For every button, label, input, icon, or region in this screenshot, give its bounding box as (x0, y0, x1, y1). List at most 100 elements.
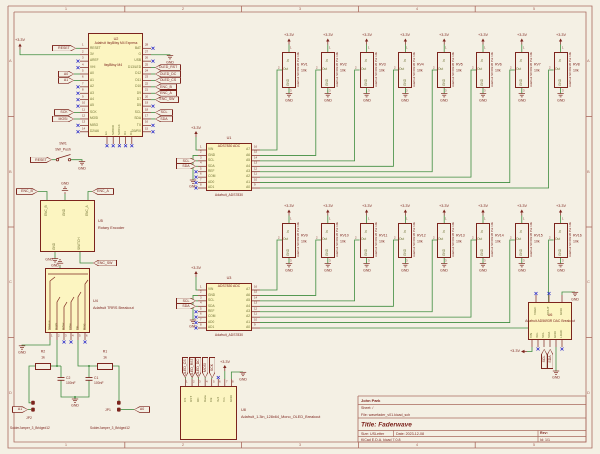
pin-number: 2 (82, 51, 84, 54)
net-label[interactable]: SCK (209, 357, 215, 378)
resistor-r1[interactable] (97, 363, 113, 369)
pin-number: 4 (200, 302, 202, 305)
net-label[interactable]: SCL (155, 109, 173, 115)
net-label-scl-text: SCL (542, 354, 545, 364)
net-label[interactable]: OLED_CS (182, 357, 188, 378)
pot-ref: RV12 (417, 234, 426, 238)
mcu-pin-name: A1 (90, 79, 94, 82)
net-label[interactable]: OLED_CS (155, 77, 181, 83)
r1-ref: R1 (102, 350, 106, 354)
net-label-a1-text: A1 (16, 408, 24, 411)
net-label-sda-text: SDA (181, 305, 191, 308)
net-label-reset[interactable]: RESET (30, 157, 52, 163)
pin-number: 1 (523, 218, 525, 221)
pot-pin-in: In (365, 59, 368, 62)
pot-footprint: Adafruit SC6031B Pot 10k (452, 52, 455, 87)
net-label[interactable]: SDA (155, 116, 173, 122)
oled-pin-name: Data (204, 395, 207, 402)
adc-pin-name: A3 (246, 170, 250, 173)
pot-pin-in: In (520, 59, 523, 62)
net-label[interactable]: MOSI (202, 357, 208, 378)
oled-pin-name: Vin (223, 398, 226, 402)
net-label-enc-a[interactable]: ENC_A (92, 188, 114, 194)
pin-number: 8 (200, 184, 202, 187)
oled-symbol[interactable] (180, 386, 237, 440)
oled-pin-name: RST (190, 396, 193, 402)
trrs-pin-name: Ring (83, 324, 86, 330)
pot-value: 10k (417, 240, 423, 244)
net-label-enc-sw[interactable]: ENC_SW (93, 260, 117, 266)
trrs-pin-name: RiSw (62, 323, 65, 330)
pot-value: 10k (534, 240, 540, 244)
adc-pin-name: SDA (208, 165, 215, 168)
r1-value: 1k (103, 356, 107, 360)
pot-value: 10k (340, 240, 346, 244)
net-label[interactable]: OLED_DC (155, 71, 181, 77)
pin-number: 2 (510, 237, 512, 240)
pot-footprint: Adafruit SC6031B Pot 10k (491, 52, 494, 87)
net-label-scl[interactable]: SCL (541, 349, 547, 369)
pin-number: 2 (355, 237, 357, 240)
pot-pin-out: Out (516, 68, 521, 71)
net-label-reset[interactable]: RESET (52, 45, 76, 51)
zone-col-label: 5 (532, 443, 534, 447)
encoder-pin-name: GND (63, 209, 66, 216)
power-3v3-label: +3.3V (284, 33, 294, 37)
net-label[interactable]: OLED_RST (155, 64, 181, 70)
pot-pin-in: In (481, 230, 484, 233)
adc-pin-name: A1 (246, 181, 250, 184)
zone-col-label: 3 (299, 7, 301, 11)
net-label-a1[interactable]: A1 (12, 406, 28, 412)
power-3v3-label: +3.3V (323, 204, 333, 208)
pot-value: 10k (456, 69, 462, 73)
resistor-r2[interactable] (35, 363, 51, 369)
adc-ref: U1 (227, 136, 232, 140)
schematic-canvas[interactable]: 1122334455AABBCCDDU2Adafruit ItsyBitsy M… (0, 0, 600, 454)
pin-number: 1 (484, 47, 486, 50)
gnd-label: GND (518, 269, 526, 273)
pin-number: 3 (65, 335, 67, 338)
gnd-label: GND (51, 264, 59, 268)
net-label[interactable]: OLED_DC (195, 357, 201, 378)
trrs-pin-name: Tip (76, 326, 79, 330)
net-label-text: OLED_DC (162, 72, 175, 75)
mcu-pin-name: A5 (90, 104, 94, 107)
power-3v3-label: +3.3V (439, 204, 449, 208)
power-3v3-label: +3.3V (284, 204, 294, 208)
net-label-sck[interactable]: SCK (54, 109, 74, 115)
zone-row-label: B (587, 170, 590, 174)
net-label-sda[interactable]: SDA (176, 303, 196, 309)
pin-number: 6 (219, 381, 221, 384)
pin-number: 7 (82, 83, 84, 86)
pot-pin-out: Out (438, 68, 443, 71)
net-label-sda[interactable]: SDA (176, 163, 196, 169)
pot-value: 10k (340, 69, 346, 73)
net-label[interactable]: ENC_B (155, 84, 177, 90)
pin-number: 5 (213, 381, 215, 384)
pin-number: 5 (200, 168, 202, 171)
net-label[interactable]: ENC_A (155, 90, 177, 96)
sw1-value: SW_Push (55, 148, 71, 152)
net-label[interactable]: ENC_SW (155, 96, 179, 102)
pin-number: 16 (254, 146, 257, 149)
net-label-enc-a-text: ENC_A (98, 190, 109, 193)
pot-value: 10k (573, 69, 579, 73)
net-label[interactable]: OLED_RST (189, 357, 195, 378)
adc-pin-name: COM (208, 315, 215, 318)
gnd-label: GND (363, 269, 371, 273)
net-label-enc-b[interactable]: ENC_B (16, 188, 38, 194)
pin-number: 2 (433, 237, 435, 240)
pin-number: 1 (186, 381, 188, 384)
tb-rev: Rev: (540, 431, 548, 435)
pin-number: 9 (254, 184, 256, 187)
net-label-a0[interactable]: A0 (134, 406, 150, 412)
net-label-sda[interactable]: SDA (547, 349, 553, 369)
net-label-text: SCL (160, 111, 169, 114)
net-label-a0[interactable]: A0 (58, 71, 74, 77)
power-3v3-label: +3.3V (15, 38, 25, 42)
pot-footprint: Adafruit SC6031B Pot 10k (297, 52, 300, 87)
net-label-a1[interactable]: A1 (58, 77, 74, 83)
adc-pin-name: SCL (208, 159, 214, 162)
adc-pin-name: COM (208, 175, 215, 178)
net-label-mosi[interactable]: MOSI (52, 116, 74, 122)
